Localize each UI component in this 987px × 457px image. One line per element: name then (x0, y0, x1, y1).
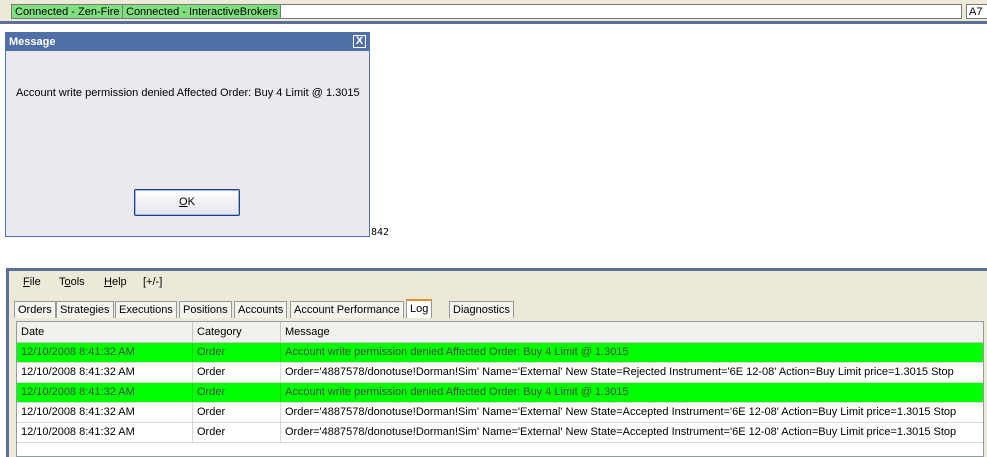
ok-button[interactable]: OK (134, 189, 240, 216)
menu-help-rest: elp (111, 276, 127, 288)
cell-category: Order (193, 403, 281, 422)
ok-label-rest: K (187, 196, 195, 208)
cell-category: Order (193, 383, 281, 402)
status-empty-panel (280, 4, 962, 19)
cell-date: 12/10/2008 8:41:32 AM (17, 363, 193, 382)
tab-positions[interactable]: Positions (179, 301, 232, 318)
cell-date: 12/10/2008 8:41:32 AM (17, 423, 193, 442)
menu-tools[interactable]: Tools (59, 276, 85, 288)
dialog-title-bar[interactable]: Message X (6, 33, 369, 51)
ok-mnemonic: O (179, 196, 188, 208)
menu-file-mnemonic: F (23, 276, 30, 288)
tab-executions[interactable]: Executions (115, 301, 177, 318)
cell-category: Order (193, 363, 281, 382)
menu-file[interactable]: File (23, 276, 41, 288)
menu-help[interactable]: Help (104, 276, 127, 288)
table-row[interactable]: 12/10/2008 8:41:32 AM Order Account writ… (17, 383, 983, 403)
message-dialog: Message X Account write permission denie… (5, 32, 370, 237)
tab-strategies[interactable]: Strategies (56, 301, 114, 318)
cell-date: 12/10/2008 8:41:32 AM (17, 343, 193, 362)
status-bar: Connected - Zen-Fire Connected - Interac… (0, 0, 987, 24)
menu-file-rest: ile (29, 276, 41, 288)
table-row[interactable]: 12/10/2008 8:41:32 AM Order Account writ… (17, 343, 983, 363)
connection-status-interactivebrokers: Connected - InteractiveBrokers (122, 4, 282, 19)
cell-message: Order='4887578/donotuse!Dorman!Sim' Name… (285, 406, 957, 418)
tab-accounts[interactable]: Accounts (234, 301, 288, 318)
tab-orders[interactable]: Orders (14, 301, 56, 318)
cell-message: Order='4887578/donotuse!Dorman!Sim' Name… (285, 426, 957, 438)
cell-date: 12/10/2008 8:41:32 AM (17, 383, 193, 402)
tab-strip: Orders Strategies Executions Positions A… (14, 299, 974, 319)
grid-header: Date Category Message (17, 322, 983, 343)
table-row[interactable]: 12/10/2008 8:41:32 AM Order Order='48875… (17, 403, 983, 423)
table-row[interactable]: 12/10/2008 8:41:32 AM Order Order='48875… (17, 423, 983, 443)
dialog-message: Account write permission denied Affected… (16, 87, 360, 99)
tab-account-performance[interactable]: Account Performance (290, 301, 404, 318)
cell-category: Order (193, 343, 281, 362)
cell-message: Order='4887578/donotuse!Dorman!Sim' Name… (285, 366, 954, 378)
status-right-panel: A7 (966, 4, 987, 19)
menu-help-mnemonic: H (104, 276, 112, 288)
log-grid: Date Category Message 12/10/2008 8:41:32… (16, 321, 984, 457)
column-header-category[interactable]: Category (193, 322, 281, 342)
cell-date: 12/10/2008 8:41:32 AM (17, 403, 193, 422)
control-center-window: File Tools Help [+/-] Orders Strategies … (6, 268, 987, 457)
close-icon[interactable]: X (353, 35, 366, 48)
column-header-message[interactable]: Message (281, 322, 983, 342)
stray-text: 842 (371, 227, 390, 238)
cell-category: Order (193, 423, 281, 442)
table-row[interactable]: 12/10/2008 8:41:32 AM Order Order='48875… (17, 363, 983, 383)
menu-tools-rest: ols (70, 276, 85, 288)
tab-diagnostics[interactable]: Diagnostics (449, 301, 514, 318)
dialog-title: Message (9, 36, 56, 48)
connection-status-zenfire: Connected - Zen-Fire (11, 4, 124, 19)
cell-message: Account write permission denied Affected… (285, 386, 629, 398)
cell-message: Account write permission denied Affected… (285, 346, 629, 358)
tab-log[interactable]: Log (406, 299, 433, 318)
column-header-date[interactable]: Date (17, 322, 193, 342)
menu-toggle[interactable]: [+/-] (143, 276, 162, 288)
